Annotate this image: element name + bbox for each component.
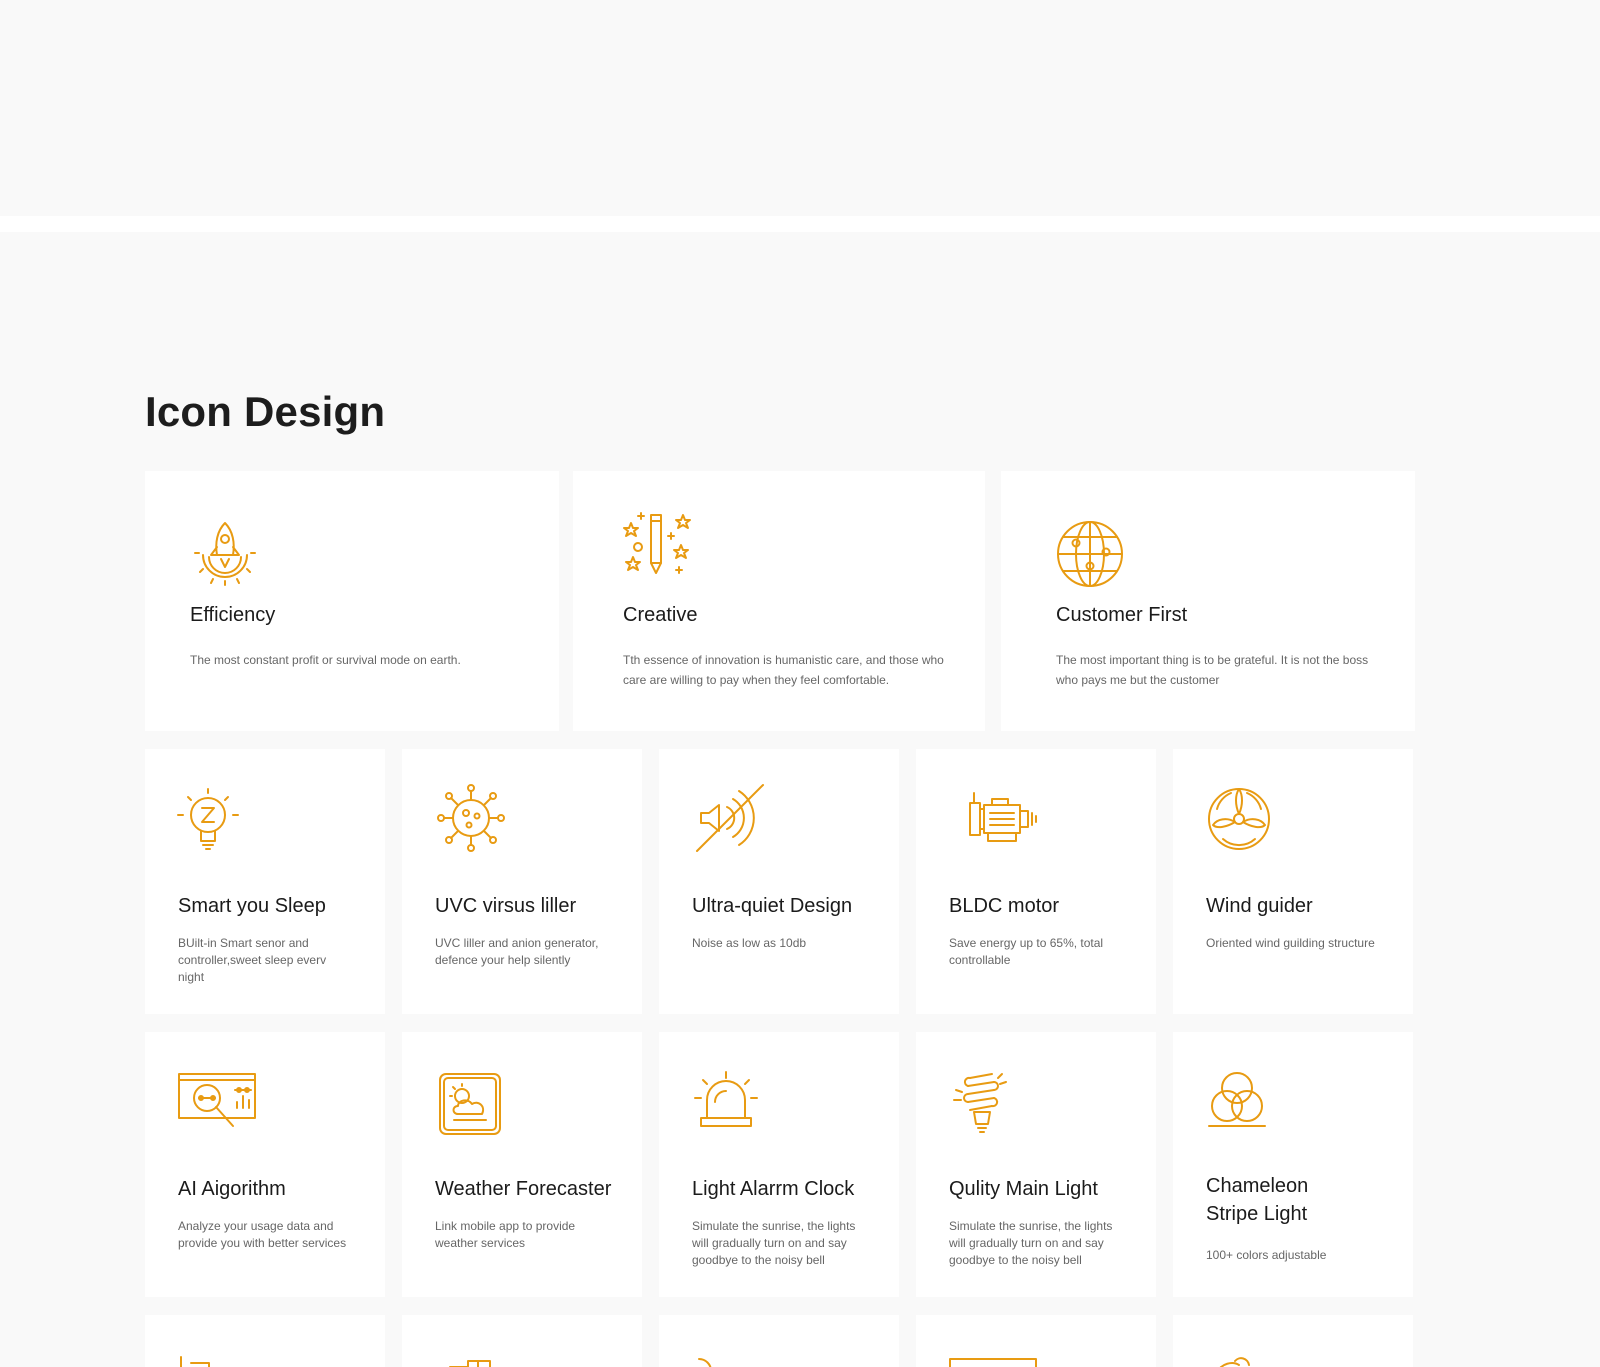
card-description: The most constant profit or survival mod… (190, 653, 461, 667)
arc-icon (693, 1353, 733, 1367)
globe-icon (1055, 519, 1125, 589)
feature-card: Smart you Sleep BUilt-in Smart senor and… (145, 749, 385, 1014)
color-circles-icon (1205, 1068, 1269, 1132)
card-title: Weather Forecaster (435, 1178, 612, 1200)
feature-card: AI Aigorithm Analyze your usage data and… (145, 1032, 385, 1297)
card-title: Qulity Main Light (949, 1178, 1098, 1200)
section-title: Icon Design (145, 388, 386, 435)
spiral-bulb-icon (952, 1070, 1014, 1140)
card-description: BUilt-in Smart senor and controller,swee… (178, 936, 327, 984)
weather-icon (438, 1072, 502, 1136)
alarm-light-icon (691, 1070, 761, 1136)
card-description: Noise as low as 10db (692, 936, 807, 950)
card-title: Chameleon Stripe Light (1206, 1175, 1309, 1225)
card-title: BLDC motor (949, 895, 1060, 917)
feature-card: BLDC motor Save energy up to 65%, total … (916, 749, 1156, 1014)
feature-card (402, 1315, 642, 1367)
card-description: Oriented wind guilding structure (1206, 936, 1375, 950)
mute-speaker-icon (695, 783, 767, 855)
card-description: UVC liller and anion generator, defence … (435, 936, 599, 967)
feature-card: Weather Forecaster Link mobile app to pr… (402, 1032, 642, 1297)
card-title: Customer First (1056, 604, 1188, 626)
card-description: Save energy up to 65%, total controllabl… (949, 936, 1104, 967)
device-icon (448, 1353, 508, 1367)
feature-card: Ultra-quiet Design Noise as low as 10db (659, 749, 899, 1014)
chart-icon (179, 1353, 239, 1367)
value-card-efficiency: Efficiency The most constant profit or s… (145, 471, 559, 731)
top-banner (0, 0, 1600, 216)
link-icon (1213, 1353, 1273, 1367)
feature-card (1173, 1315, 1413, 1367)
feature-card: Chameleon Stripe Light 100+ colors adjus… (1173, 1032, 1413, 1297)
motor-icon (966, 789, 1040, 849)
feature-card: Wind guider Oriented wind guilding struc… (1173, 749, 1413, 1014)
card-description: Link mobile app to provide weather servi… (435, 1219, 576, 1250)
card-title: Efficiency (190, 604, 276, 626)
card-description: Analyze your usage data and provide you … (178, 1219, 347, 1250)
pencil-stars-icon (621, 511, 693, 583)
fan-icon (1205, 785, 1273, 853)
card-description: 100+ colors adjustable (1206, 1248, 1327, 1262)
card-title: Ultra-quiet Design (692, 895, 853, 917)
screen-icon (948, 1357, 1038, 1367)
rocket-gear-icon (189, 517, 261, 589)
feature-card: Light Alarrm Clock Simulate the sunrise,… (659, 1032, 899, 1297)
value-card-customer-first: Customer First The most important thing … (1001, 471, 1415, 731)
card-title: Smart you Sleep (178, 895, 326, 917)
feature-card (916, 1315, 1156, 1367)
ai-analysis-icon (177, 1072, 257, 1136)
card-title: AI Aigorithm (178, 1178, 286, 1200)
card-title: UVC virsus liller (435, 895, 577, 917)
feature-card (145, 1315, 385, 1367)
virus-icon (436, 783, 506, 853)
feature-card (659, 1315, 899, 1367)
card-title: Wind guider (1206, 895, 1313, 917)
card-title: Light Alarrm Clock (692, 1178, 855, 1200)
feature-card: UVC virsus liller UVC liller and anion g… (402, 749, 642, 1014)
feature-card: Qulity Main Light Simulate the sunrise, … (916, 1032, 1156, 1297)
value-card-creative: Creative Tth essence of innovation is hu… (573, 471, 985, 731)
card-description: Simulate the sunrise, the lights will gr… (692, 1219, 856, 1267)
lightbulb-sleep-icon (173, 785, 243, 855)
card-title: Creative (623, 604, 698, 626)
card-description: Simulate the sunrise, the lights will gr… (949, 1219, 1113, 1267)
card-description: Tth essence of innovation is humanistic … (623, 653, 944, 687)
card-description: The most important thing is to be gratef… (1056, 653, 1369, 687)
